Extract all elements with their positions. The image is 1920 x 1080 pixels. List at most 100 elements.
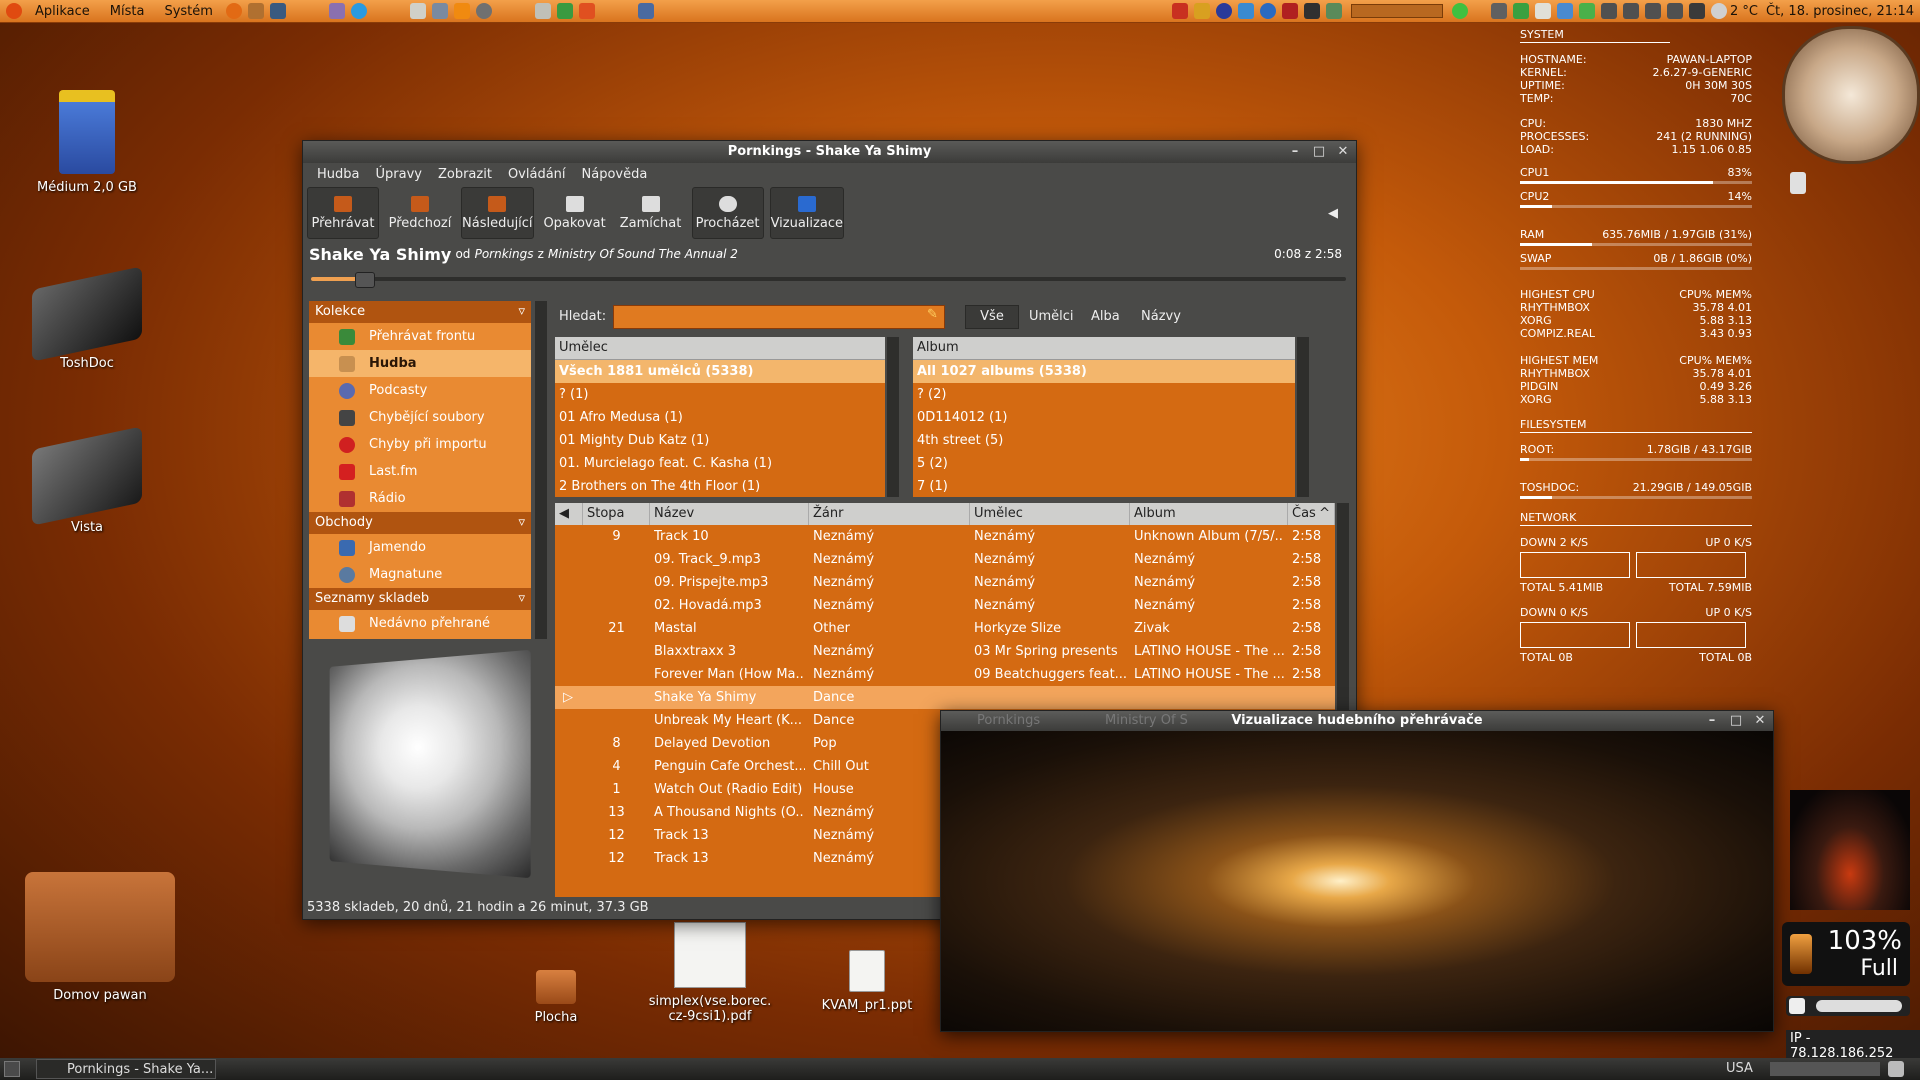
table-row[interactable]: ▷ Shake Ya Shimy Dance	[555, 686, 1335, 709]
sidebar-item-recent[interactable]: Nedávno přehrané	[309, 610, 531, 637]
album-row[interactable]: 5 (2)	[913, 452, 1295, 475]
filter-albums[interactable]: Alba	[1091, 309, 1120, 324]
desktop-icon-pdf[interactable]: simplex(vse.borec. cz-9csi1).pdf	[640, 922, 780, 1024]
artist-row[interactable]: 01 Mighty Dub Katz (1)	[555, 429, 885, 452]
section-kolekce[interactable]: Kolekce ▿	[309, 301, 531, 323]
filter-artists[interactable]: Umělci	[1029, 309, 1074, 324]
menu-zobrazit[interactable]: Zobrazit	[430, 167, 500, 182]
minimize-button[interactable]: –	[1286, 143, 1304, 161]
table-row[interactable]: 02. Hovadá.mp3 Neznámý Neznámý Neznámý 2:58	[555, 594, 1335, 617]
column-header-title[interactable]: Název	[650, 503, 809, 525]
repeat-button[interactable]: Opakovat	[540, 188, 610, 238]
workspace-switcher[interactable]	[1770, 1062, 1880, 1076]
desktop-icon-toshdoc[interactable]: ToshDoc	[22, 266, 152, 371]
network-manager-launcher-icon[interactable]	[637, 3, 654, 19]
filter-all[interactable]: Vše	[965, 305, 1019, 329]
filter-titles[interactable]: Názvy	[1141, 309, 1181, 324]
text-editor-launcher-icon[interactable]	[409, 3, 426, 19]
maximize-button[interactable]: □	[1310, 143, 1328, 161]
show-desktop-icon[interactable]	[4, 1061, 20, 1077]
keyboard-layout[interactable]: USA	[1726, 1058, 1753, 1080]
play-button[interactable]: Přehrávat	[307, 187, 379, 239]
column-header-genre[interactable]: Žánr	[809, 503, 970, 525]
sidebar-item-queue[interactable]: Přehrávat frontu	[309, 323, 531, 350]
tray-app-icon[interactable]	[1645, 3, 1661, 19]
sidebar-item-podcasts[interactable]: Podcasty	[309, 377, 531, 404]
tray-app-icon[interactable]	[1172, 3, 1188, 19]
menu-ovladani[interactable]: Ovládání	[500, 167, 574, 182]
playing-column-header[interactable]: ◀	[555, 503, 583, 525]
volume-icon[interactable]	[1689, 3, 1705, 19]
seek-handle[interactable]	[355, 272, 375, 288]
table-row[interactable]: 09. Track_9.mp3 Neznámý Neznámý Neznámý 2:58	[555, 548, 1335, 571]
column-header-track[interactable]: Stopa	[583, 503, 650, 525]
vlc-launcher-icon[interactable]	[453, 3, 470, 19]
desktop-icon-medium[interactable]: Médium 2,0 GB	[22, 90, 152, 195]
menu-system[interactable]: Systém	[154, 4, 222, 19]
tray-app-icon[interactable]	[1513, 3, 1529, 19]
browse-button[interactable]: Procházet	[691, 187, 764, 239]
chevron-down-icon[interactable]: ▿	[518, 512, 525, 534]
spreadsheet-launcher-icon[interactable]	[556, 3, 573, 19]
sidebar-scrollbar[interactable]	[535, 301, 547, 639]
sidebar-item-lastfm[interactable]: Last.fm	[309, 458, 531, 485]
tray-app-icon[interactable]	[1282, 3, 1298, 19]
menu-napoveda[interactable]: Nápověda	[574, 167, 656, 182]
artist-row[interactable]: 01. Murcielago feat. C. Kasha (1)	[555, 452, 885, 475]
desktop-icon-plocha[interactable]: Plocha	[491, 970, 621, 1025]
table-row[interactable]: Blaxxtraxx 3 Neznámý 03 Mr Spring presents…	[555, 640, 1335, 663]
previous-button[interactable]: Předchozí	[385, 188, 455, 238]
folder-launcher-icon[interactable]	[247, 3, 264, 19]
album-row[interactable]: 0D114012 (1)	[913, 406, 1295, 429]
window-titlebar[interactable]: Pornkings - Shake Ya Shimy – □ ✕	[303, 141, 1356, 163]
terminal-launcher-icon[interactable]	[269, 3, 286, 19]
artist-row[interactable]: 2 Brothers on The 4th Floor (1)	[555, 475, 885, 498]
close-button[interactable]: ✕	[1334, 143, 1352, 161]
seek-bar[interactable]	[303, 267, 1356, 291]
weather-icon[interactable]	[1711, 3, 1727, 19]
table-row[interactable]: Forever Man (How Ma... Neznámý 09 Beatchug…	[555, 663, 1335, 686]
tray-app-icon[interactable]	[1579, 3, 1595, 19]
sidebar-item-magnatune[interactable]: Magnatune	[309, 561, 531, 588]
sidebar-item-radio[interactable]: Rádio	[309, 485, 531, 512]
menu-applications[interactable]: Aplikace	[25, 4, 100, 19]
notes-icon[interactable]	[1790, 172, 1806, 194]
tray-app-icon[interactable]	[1326, 3, 1342, 19]
tray-app-icon[interactable]	[1260, 3, 1276, 19]
network-tool-launcher-icon[interactable]	[431, 3, 448, 19]
artist-row[interactable]: ? (1)	[555, 383, 885, 406]
menu-places[interactable]: Místa	[100, 4, 155, 19]
next-button[interactable]: Následující	[461, 187, 534, 239]
column-header-album[interactable]: Album	[1130, 503, 1288, 525]
tray-app-icon[interactable]	[1667, 3, 1683, 19]
section-obchody[interactable]: Obchody ▿	[309, 512, 531, 534]
sidebar-item-import-errors[interactable]: Chyby při importu	[309, 431, 531, 458]
artist-row[interactable]: 01 Afro Medusa (1)	[555, 406, 885, 429]
calculator-launcher-icon[interactable]	[534, 3, 551, 19]
sidebar-item-music[interactable]: Hudba	[309, 350, 531, 377]
artist-row[interactable]: Všech 1881 umělců (5338)	[555, 360, 885, 383]
tray-app-icon[interactable]	[1304, 3, 1320, 19]
disk-launcher-icon[interactable]	[475, 3, 492, 19]
weather-temp[interactable]: 2 °C	[1730, 4, 1758, 19]
search-widget-field[interactable]	[1816, 1000, 1902, 1012]
search-input[interactable]	[613, 305, 945, 329]
tray-app-icon[interactable]	[1194, 3, 1210, 19]
trash-icon[interactable]	[1888, 1061, 1904, 1077]
album-scrollbar[interactable]	[1297, 337, 1309, 497]
close-button[interactable]: ✕	[1751, 712, 1769, 730]
mail-icon[interactable]	[1535, 3, 1551, 19]
album-row[interactable]: All 1027 albums (5338)	[913, 360, 1295, 383]
section-playlists[interactable]: Seznamy skladeb ▿	[309, 588, 531, 610]
column-header-time[interactable]: Čas ^	[1288, 503, 1335, 525]
album-row[interactable]: ? (2)	[913, 383, 1295, 406]
sidebar-item-missing[interactable]: Chybějící soubory	[309, 404, 531, 431]
visualization-canvas[interactable]	[941, 731, 1773, 1031]
artist-scrollbar[interactable]	[887, 337, 899, 497]
system-monitor-graph[interactable]	[1351, 4, 1443, 18]
album-row[interactable]: 7 (1)	[913, 475, 1295, 498]
table-row[interactable]: 21 Mastal Other Horkyze Slize Zivak 2:58	[555, 617, 1335, 640]
sidebar-item-jamendo[interactable]: Jamendo	[309, 534, 531, 561]
menu-upravy[interactable]: Úpravy	[368, 167, 430, 182]
chevron-down-icon[interactable]: ▿	[518, 588, 525, 610]
